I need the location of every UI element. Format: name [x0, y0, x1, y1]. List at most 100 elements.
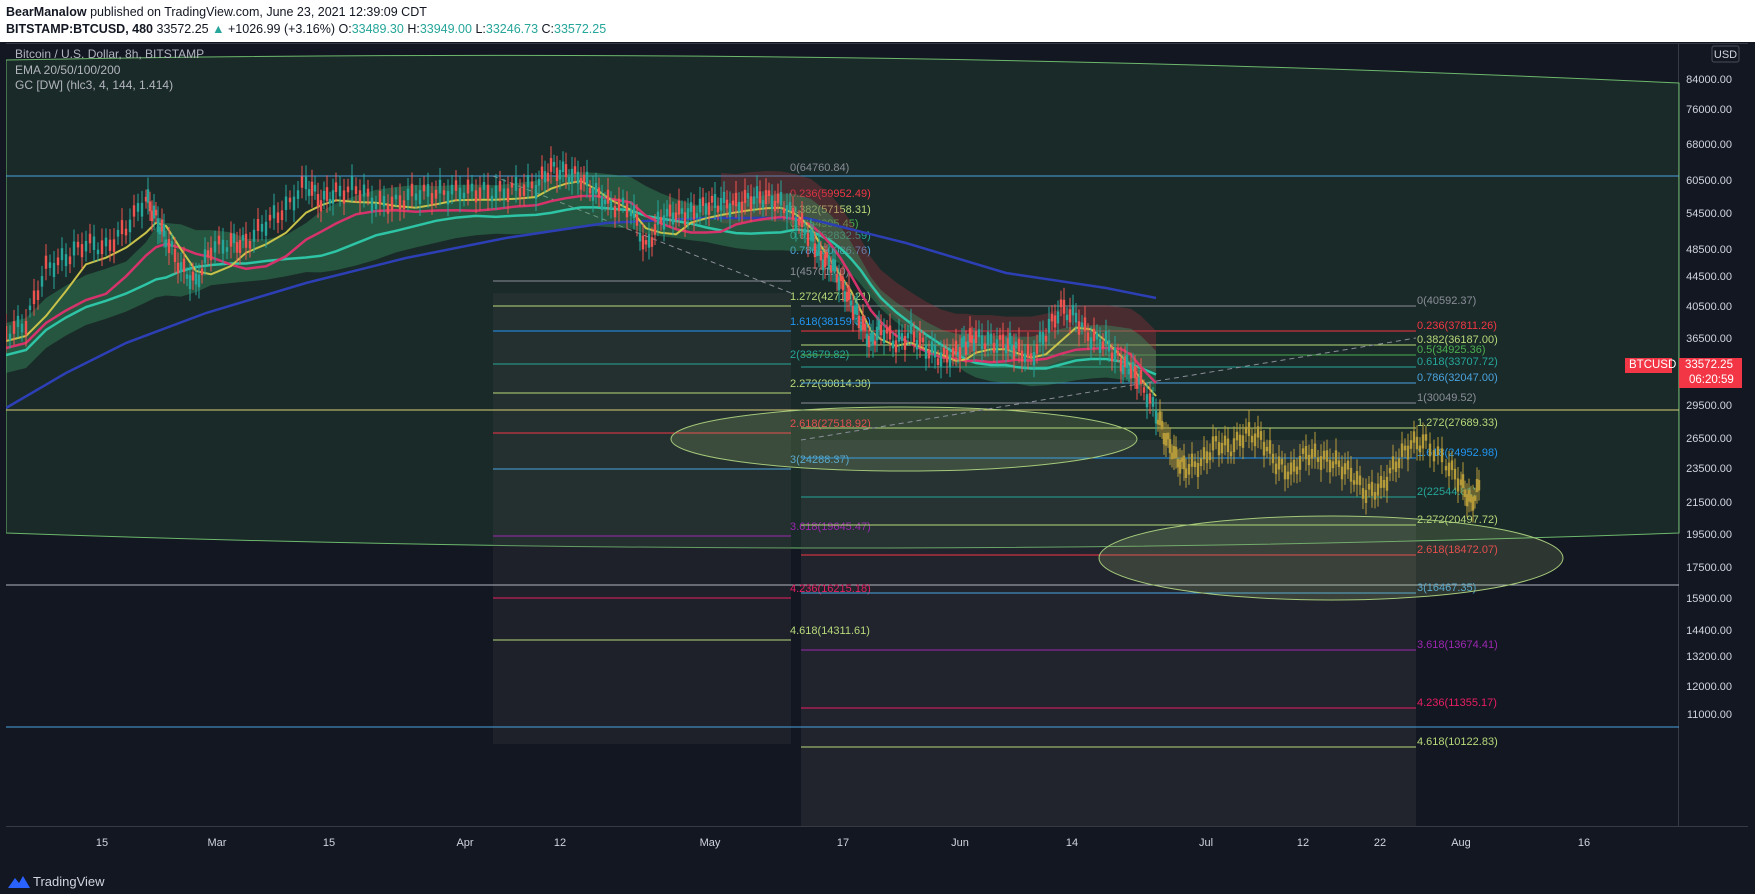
candle-body [1238, 434, 1242, 447]
legend-title[interactable]: Bitcoin / U.S. Dollar, 8h, BITSTAMP [15, 47, 204, 61]
candle-body [701, 197, 705, 206]
candle-body [518, 188, 522, 197]
candle-body [1125, 354, 1129, 368]
candle-body [1190, 453, 1194, 467]
candle-body [232, 233, 236, 244]
chart-pane[interactable]: 0(64760.84) 0.236(59952.49) 0.382(57158.31… [6, 43, 1748, 869]
candle-body [1310, 448, 1314, 459]
candle-body [1394, 461, 1398, 472]
fib-zone-2 [801, 440, 1416, 826]
candle-body [1301, 448, 1305, 454]
candle-body [803, 228, 807, 235]
candle-body [370, 197, 374, 212]
candle-body [346, 186, 350, 193]
candle-body [1322, 450, 1326, 460]
candle-body [1053, 315, 1057, 328]
candle-body [76, 241, 80, 248]
candle-body [486, 184, 490, 199]
price-tick-label: 44500.00 [1686, 271, 1732, 283]
candle-body [1349, 467, 1353, 482]
candle-body [992, 342, 996, 353]
candle-body [743, 189, 747, 203]
candle-body [635, 214, 639, 226]
symbol-price-tag: BTCUSD [1625, 358, 1676, 373]
candle-body [863, 323, 867, 331]
candle-body [398, 195, 402, 210]
chart-canvas[interactable]: 0(64760.84)0.236(59952.49)0.382(57158.31… [6, 43, 1748, 869]
price-tick-label: 76000.00 [1686, 104, 1732, 116]
candle-body [24, 320, 28, 335]
candle-body [579, 177, 583, 190]
candle-body [942, 347, 946, 355]
candle-body [1337, 460, 1341, 467]
candle-body [737, 202, 741, 212]
candle-body [1089, 337, 1093, 349]
candle-body [1400, 443, 1404, 457]
legend-gc[interactable]: GC [DW] (hlc3, 4, 144, 1.414) [15, 78, 173, 92]
candle-body [629, 209, 633, 217]
candle-body [797, 218, 801, 226]
candle-body [176, 262, 180, 274]
candle-body [644, 240, 648, 245]
candle-body [767, 190, 771, 197]
price-axis-bg[interactable] [1679, 43, 1748, 869]
candle-body [1083, 317, 1087, 332]
candle-body [662, 215, 666, 230]
candle-body [1244, 426, 1248, 434]
candle-body [995, 339, 999, 353]
candle-body [1316, 457, 1320, 462]
candle-body [833, 259, 837, 272]
candle-body [597, 187, 601, 198]
candle-body [100, 240, 104, 255]
candle-body [256, 219, 260, 231]
candle-body [582, 174, 586, 183]
price-tick-label: 68000.00 [1686, 139, 1732, 151]
candle-body [1424, 434, 1428, 441]
candle-body [549, 158, 553, 172]
range-ellipse-1 [670, 406, 1138, 472]
candle-body [1440, 448, 1444, 463]
candle-body [48, 262, 52, 268]
price-tick-label: 23500.00 [1686, 463, 1732, 475]
time-axis[interactable]: 15 Mar 15 Apr 12 May 17 Jun 14 Jul 12 22 Aug 16 [96, 837, 1590, 849]
candle-body [555, 167, 559, 182]
candle-body [689, 202, 693, 212]
candle-body [378, 191, 382, 205]
candle-body [162, 224, 166, 237]
candle-body [268, 214, 272, 221]
candle-body [217, 235, 221, 245]
candle-body [490, 195, 494, 202]
candle-body [1409, 440, 1413, 449]
candle-body [1274, 463, 1278, 475]
author-name[interactable]: BearManalow [6, 5, 87, 19]
candle-body [494, 185, 498, 199]
time-tick-label: May [700, 837, 721, 849]
candle-body [188, 275, 192, 289]
candle-body [945, 349, 949, 363]
symbol-tag-text: BTCUSD [1629, 359, 1677, 371]
candle-body [32, 290, 36, 305]
candle-body [179, 262, 183, 272]
candle-body [36, 290, 40, 300]
fib2-level-label: 1.272(27689.33) [1417, 417, 1498, 429]
candle-body [1382, 479, 1386, 488]
candle-body [983, 343, 987, 349]
tradingview-brand[interactable]: TradingView [33, 874, 105, 889]
candle-body [6, 326, 8, 340]
candle-body [773, 200, 777, 212]
range-ellipse-2 [1098, 515, 1564, 601]
candle-body [108, 239, 112, 251]
candle-body [966, 341, 970, 348]
time-tick-label: 15 [323, 837, 335, 849]
candle-body [140, 202, 144, 217]
candle-body [1077, 321, 1081, 335]
candle-body [116, 229, 120, 237]
candle-body [325, 187, 329, 201]
legend-ema[interactable]: EMA 20/50/100/200 [15, 63, 120, 77]
fib2-level-label: 0.236(37811.26) [1417, 320, 1497, 332]
candle-body [313, 184, 317, 192]
published-text: published on TradingView.com, June 23, 2… [90, 5, 427, 19]
candle-body [124, 228, 128, 236]
candle-body [1241, 435, 1245, 448]
symbol-line: BITSTAMP:BTCUSD, 480 [6, 22, 154, 36]
